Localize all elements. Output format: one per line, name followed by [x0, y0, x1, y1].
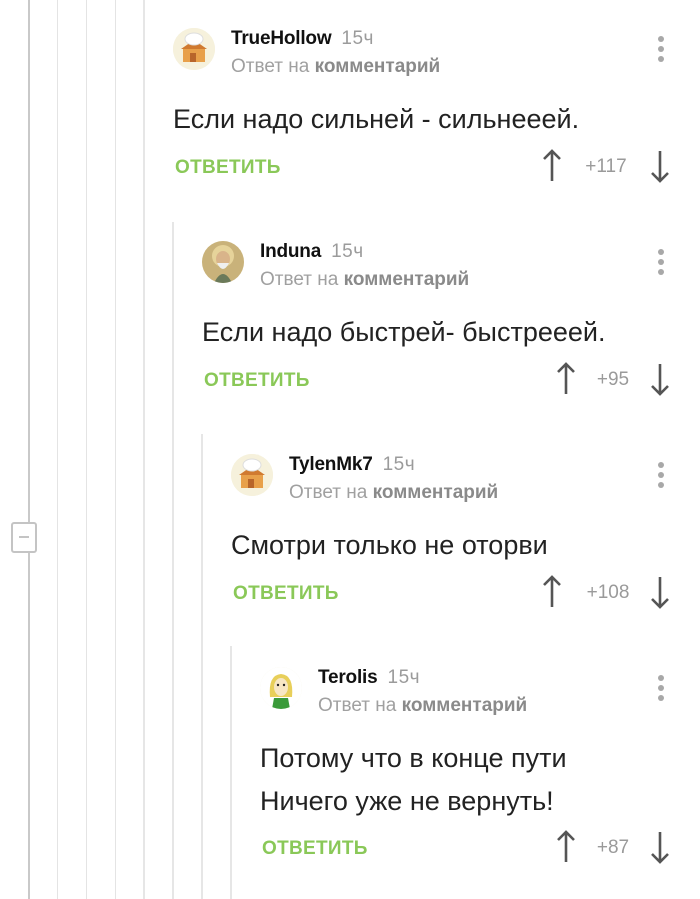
reply-button[interactable]: ОТВЕТИТЬ [233, 583, 339, 605]
reply-to-link[interactable]: Ответ на комментарий [289, 482, 498, 504]
thread-line [57, 0, 58, 899]
reply-to-link[interactable]: Ответ на комментарий [260, 269, 469, 291]
vote-score: +95 [596, 369, 630, 390]
avatar[interactable] [231, 454, 273, 496]
comment-branch-line [230, 646, 232, 899]
comment: Induna 15ч Ответ на комментарий Если надо… [202, 241, 673, 421]
comment-author[interactable]: Induna 15ч [260, 241, 364, 263]
thread-line-root [28, 0, 30, 899]
comment-text: Смотри только не оторви [231, 530, 548, 560]
vote-widget: +95 [539, 361, 673, 397]
reply-button[interactable]: ОТВЕТИТЬ [204, 370, 310, 392]
more-options-icon[interactable] [657, 36, 665, 64]
icon-portrait [202, 241, 244, 283]
avatar[interactable] [260, 667, 302, 709]
comment: TrueHollow 15ч Ответ на комментарий Если … [173, 28, 673, 208]
chef-house-icon [231, 454, 273, 496]
comment-author[interactable]: TrueHollow 15ч [231, 28, 374, 50]
reply-button[interactable]: ОТВЕТИТЬ [262, 838, 368, 860]
thread-line [86, 0, 87, 899]
cartoon-girl-icon [260, 667, 302, 709]
comment-time: 15ч [331, 241, 364, 262]
reply-to-link[interactable]: Ответ на комментарий [231, 56, 440, 78]
reply-button[interactable]: ОТВЕТИТЬ [175, 157, 281, 179]
comment-time: 15ч [387, 667, 421, 688]
thread-line [115, 0, 116, 899]
upvote-arrow-icon[interactable] [553, 361, 579, 397]
comment-author[interactable]: Terolis 15ч [318, 667, 420, 689]
upvote-arrow-icon[interactable] [539, 574, 565, 610]
downvote-arrow-icon[interactable] [647, 148, 673, 184]
vote-score: +87 [596, 837, 630, 858]
vote-widget: +117 [539, 148, 673, 184]
comment-time: 15ч [382, 454, 416, 475]
comment-text: Ничего уже не вернуть! [260, 786, 554, 816]
comment-text: Потому что в конце пути [260, 743, 567, 773]
upvote-arrow-icon[interactable] [539, 148, 565, 184]
avatar[interactable] [173, 28, 215, 70]
vote-widget: +87 [539, 829, 673, 865]
vote-score: +108 [586, 582, 630, 603]
avatar[interactable] [202, 241, 244, 283]
comment-time: 15ч [341, 28, 374, 49]
more-options-icon[interactable] [657, 462, 665, 490]
vote-score: +117 [585, 156, 627, 177]
more-options-icon[interactable] [657, 249, 665, 277]
downvote-arrow-icon[interactable] [647, 574, 673, 610]
comment-text: Если надо сильней - сильнееей. [173, 104, 580, 134]
chef-house-icon [173, 28, 215, 70]
reply-to-link[interactable]: Ответ на комментарий [318, 695, 527, 717]
more-options-icon[interactable] [657, 675, 665, 703]
comment-branch-line [201, 434, 203, 899]
upvote-arrow-icon[interactable] [553, 829, 579, 865]
collapse-thread-button[interactable] [11, 522, 37, 553]
comment-text: Если надо быстрей- быстрееей. [202, 317, 606, 347]
comment-branch-line [143, 0, 145, 899]
comment-branch-line [172, 222, 174, 899]
comment: TylenMk7 15ч Ответ на комментарий Смотри … [231, 454, 673, 634]
comment-author[interactable]: TylenMk7 15ч [289, 454, 415, 476]
comment: Terolis 15ч Ответ на комментарий Потому ч… [260, 667, 673, 882]
downvote-arrow-icon[interactable] [647, 829, 673, 865]
vote-widget: +108 [539, 574, 673, 610]
downvote-arrow-icon[interactable] [647, 361, 673, 397]
